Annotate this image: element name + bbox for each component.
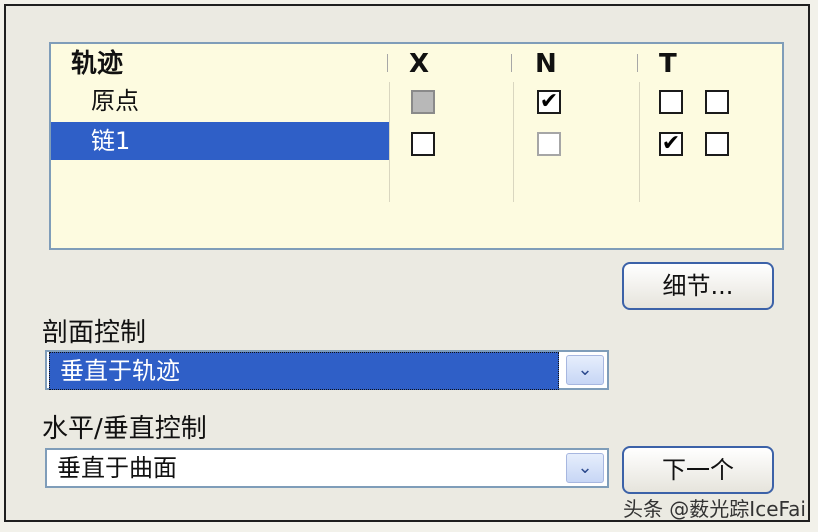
header-x[interactable]: X xyxy=(409,44,429,82)
section-control-select[interactable]: 垂直于轨迹 ⌄ xyxy=(45,350,609,390)
t-checkbox-1[interactable] xyxy=(659,90,683,114)
x-checkbox[interactable] xyxy=(411,132,435,156)
header-n[interactable]: N xyxy=(535,44,557,82)
table-row[interactable]: 原点 ✔ xyxy=(51,82,782,122)
row-name[interactable]: 链1 xyxy=(51,122,389,160)
check-icon: ✔ xyxy=(539,89,559,114)
hv-control-value: 垂直于曲面 xyxy=(57,454,177,482)
chevron-down-icon[interactable]: ⌄ xyxy=(566,355,604,385)
n-checkbox[interactable]: ✔ xyxy=(537,90,561,114)
hv-control-select[interactable]: 垂直于曲面 ⌄ xyxy=(45,448,609,488)
section-control-label: 剖面控制 xyxy=(42,318,147,348)
t-checkbox-2[interactable] xyxy=(705,132,729,156)
t-checkbox-2[interactable] xyxy=(705,90,729,114)
chevron-down-icon[interactable]: ⌄ xyxy=(566,453,604,483)
check-icon: ✔ xyxy=(661,131,681,156)
header-t[interactable]: T xyxy=(659,44,677,82)
trajectory-table: 轨迹 X N T 原点 ✔ 链1 ✔ xyxy=(49,42,784,250)
t-checkbox-1[interactable]: ✔ xyxy=(659,132,683,156)
header-divider xyxy=(387,54,388,72)
header-divider xyxy=(637,54,638,72)
header-divider xyxy=(511,54,512,72)
next-button[interactable]: 下一个 xyxy=(622,446,774,494)
table-header: 轨迹 X N T xyxy=(51,44,782,82)
details-button[interactable]: 细节... xyxy=(622,262,774,310)
table-row[interactable]: 链1 ✔ xyxy=(51,122,782,162)
section-control-value: 垂直于轨迹 xyxy=(49,352,559,390)
x-checkbox xyxy=(411,90,435,114)
hv-control-label: 水平/垂直控制 xyxy=(42,414,207,444)
dialog-panel: 轨迹 X N T 原点 ✔ 链1 ✔ 细节... 剖面控制 垂直于轨迹 ⌄ 水平… xyxy=(4,4,810,522)
watermark: 头条 @薮光踪IceFai xyxy=(622,497,806,521)
n-checkbox xyxy=(537,132,561,156)
row-name[interactable]: 原点 xyxy=(51,82,139,120)
header-trajectory[interactable]: 轨迹 xyxy=(71,44,123,82)
